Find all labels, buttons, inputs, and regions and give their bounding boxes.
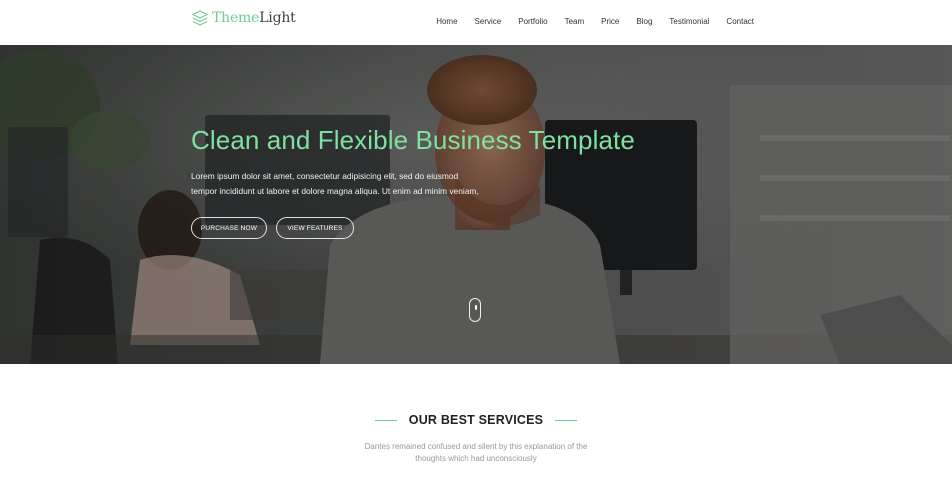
hero-text: Lorem ipsum dolor sit amet, consectetur … — [191, 169, 511, 199]
heading-divider-right — [555, 419, 578, 421]
nav-service[interactable]: Service — [475, 17, 502, 26]
hero-section: Clean and Flexible Business Template Lor… — [0, 45, 952, 364]
hero-text-line-2: tempor incididunt ut labore et dolore ma… — [191, 186, 479, 196]
logo[interactable]: ThemeLight — [191, 9, 296, 27]
hero-text-line-1: Lorem ipsum dolor sit amet, consectetur … — [191, 171, 459, 181]
services-desc-line-1: Dantes remained confused and silent by t… — [364, 442, 588, 451]
nav-contact[interactable]: Contact — [726, 17, 754, 26]
services-description: Dantes remained confused and silent by t… — [0, 441, 952, 465]
hero-title: Clean and Flexible Business Template — [191, 125, 635, 155]
logo-text-theme: Theme — [212, 10, 260, 26]
nav-blog[interactable]: Blog — [636, 17, 652, 26]
mouse-scroll-icon[interactable] — [469, 298, 481, 322]
nav-team[interactable]: Team — [565, 17, 585, 26]
services-section: OUR BEST SERVICES Dantes remained confus… — [0, 364, 952, 483]
nav-portfolio[interactable]: Portfolio — [518, 17, 547, 26]
purchase-now-button[interactable]: PURCHASE NOW — [191, 217, 267, 239]
logo-text-light: Light — [259, 10, 296, 26]
scroll-dot — [474, 305, 477, 310]
services-desc-line-2: thoughts which had unconsciously — [415, 454, 537, 463]
heading-divider-left — [374, 419, 397, 421]
main-nav: Home Service Portfolio Team Price Blog T… — [419, 17, 754, 26]
navbar: ThemeLight Home Service Portfolio Team P… — [0, 0, 952, 45]
nav-testimonial[interactable]: Testimonial — [669, 17, 709, 26]
view-features-button[interactable]: VIEW FEATURES — [276, 217, 354, 239]
layers-icon — [191, 10, 209, 26]
nav-price[interactable]: Price — [601, 17, 619, 26]
logo-text: ThemeLight — [212, 10, 296, 26]
nav-home[interactable]: Home — [436, 17, 457, 26]
services-heading: OUR BEST SERVICES — [0, 413, 952, 427]
services-title: OUR BEST SERVICES — [408, 413, 544, 427]
